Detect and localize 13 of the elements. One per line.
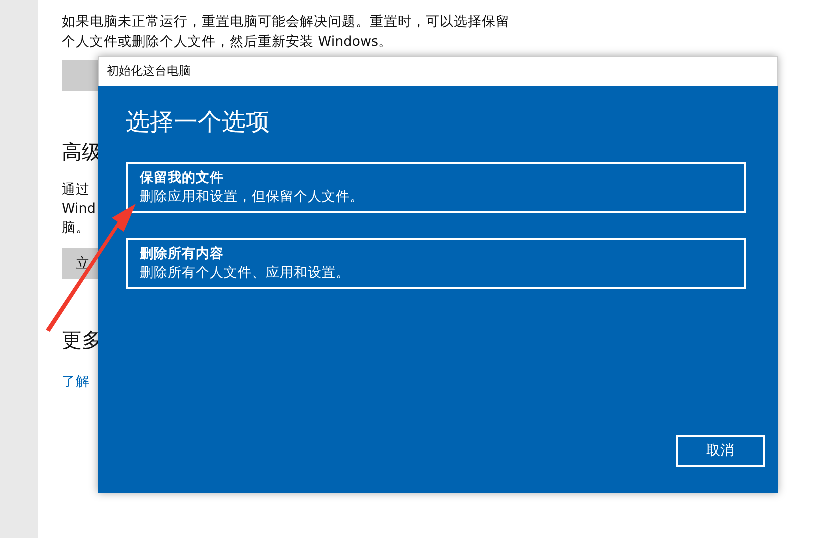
option-button[interactable]: 删除所有内容 删除所有个人文件、应用和设置。 xyxy=(126,238,746,289)
reset-button[interactable] xyxy=(62,60,98,91)
window-title: 初始化这台电脑 xyxy=(107,63,191,80)
description-text: Wind xyxy=(62,200,96,219)
description-text: 通过 xyxy=(62,181,91,200)
description-text: 如果电脑未正常运行，重置电脑可能会解决问题。重置时，可以选择保留个人文件或删除个人文件，然后重新安装 Windows。 xyxy=(62,13,511,52)
option-button[interactable]: 保留我的文件 删除应用和设置，但保留个人文件。 xyxy=(126,162,746,213)
help-link[interactable]: 了解 xyxy=(62,373,90,391)
description-text: 脑。 xyxy=(62,219,91,238)
restart-button[interactable]: 立 xyxy=(62,248,98,279)
cancel-button[interactable]: 取消 xyxy=(676,435,765,467)
section-heading: 更多 xyxy=(62,327,102,353)
dialog-heading: 选择一个选项 xyxy=(126,107,271,138)
